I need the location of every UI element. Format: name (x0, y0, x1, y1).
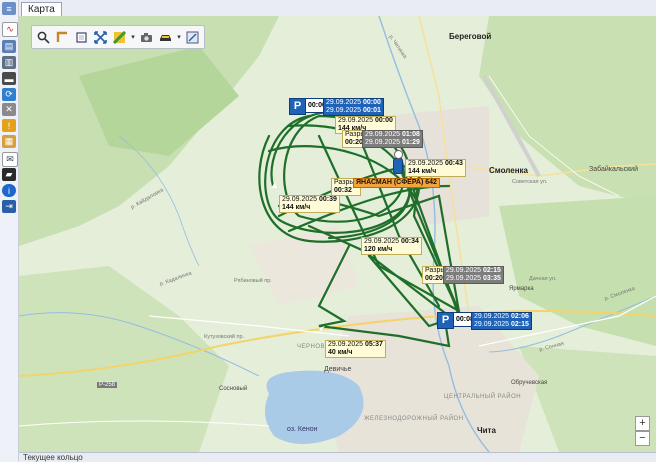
gap-interval: 29.09.2025 01:08 29.09.2025 01:29 (362, 130, 423, 148)
measure-icon[interactable] (184, 29, 201, 46)
parking-marker[interactable]: P (289, 98, 306, 115)
truck-icon[interactable]: ▰ (2, 168, 16, 181)
town-sosnovy: Сосновый (219, 386, 248, 392)
gap-interval: 29.09.2025 02:15 29.09.2025 03:35 (443, 266, 504, 284)
speed-label[interactable]: 29.09.2025 00:39 144 км/ч (279, 195, 340, 213)
alert-icon[interactable]: ! (2, 119, 16, 132)
zoom-out-button[interactable]: − (635, 431, 650, 446)
street-kutuzovsky: Кутузовский пр. (204, 334, 245, 340)
district-zheleznodorozhny: ЖЕЛЕЗНОДОРОЖНЫЙ РАЙОН (364, 416, 464, 422)
map-view[interactable]: Береговой Смоленка Забайкальский Чита Де… (19, 16, 656, 452)
corner-icon[interactable] (54, 29, 71, 46)
menu-icon[interactable]: ≡ (2, 2, 16, 15)
mail-icon[interactable]: ✉ (2, 152, 18, 167)
town-chita: Чита (477, 426, 496, 435)
left-toolbar: ≡ ∿ ▤ ▥ ▬ ⟳ ✕ ! ▦ ✉ ▰ i ⇥ (0, 0, 19, 461)
display-icon[interactable]: ▬ (2, 72, 16, 85)
exit-icon[interactable]: ⇥ (2, 200, 16, 213)
refresh-icon[interactable]: ⟳ (2, 88, 16, 101)
town-yarmarka: Ярмарка (509, 286, 534, 292)
parking-interval: 29.09.2025 02:06 29.09.2025 02:15 (471, 312, 532, 330)
parking-interval: 29.09.2025 00:00 29.09.2025 00:01 (323, 98, 384, 116)
zoom-in-button[interactable]: + (635, 416, 650, 431)
tab-bar: Карта (19, 0, 656, 17)
layers-icon[interactable] (111, 29, 128, 46)
tab-map[interactable]: Карта (21, 2, 62, 16)
town-beregovoy: Береговой (449, 32, 492, 41)
speed-label[interactable]: 29.09.2025 00:43 144 км/ч (405, 159, 466, 177)
district-central: ЦЕНТРАЛЬНЫЙ РАЙОН (444, 394, 522, 400)
street-dachnaya: Дачная ул. (529, 276, 557, 282)
chart-icon[interactable]: ∿ (2, 22, 18, 37)
road-r258: Р-258 (97, 382, 118, 388)
grid-icon[interactable]: ▦ (2, 135, 16, 148)
info-icon[interactable]: i (2, 184, 16, 197)
car-icon[interactable] (157, 29, 174, 46)
town-smolenka: Смоленка (489, 166, 528, 175)
forest-area (479, 16, 656, 206)
search-icon[interactable] (35, 29, 52, 46)
lake-kenon-label: оз. Кенон (287, 426, 318, 433)
fullscreen-icon[interactable] (92, 29, 109, 46)
camera-icon[interactable] (138, 29, 155, 46)
street-ryabinovy: Рябиновый пр. (234, 278, 272, 284)
street-sovetskaya: Советская ул. (512, 179, 548, 185)
town-devichye: Девичье (324, 366, 352, 373)
speed-label[interactable]: 29.09.2025 00:34 120 км/ч (361, 237, 422, 255)
vehicle-ring (394, 150, 403, 159)
chevron-down-icon[interactable]: ▾ (176, 29, 182, 46)
map-toolbar: ▾ ▾ (31, 25, 205, 49)
chevron-down-icon[interactable]: ▾ (130, 29, 136, 46)
vehicle-label[interactable]: ЯНАСМАН (СФЕРА) 642 (353, 178, 440, 188)
town-zabaikalsky: Забайкальский (589, 166, 638, 173)
vehicle-marker[interactable] (393, 158, 403, 174)
list-icon[interactable]: ▤ (2, 40, 16, 53)
report-icon[interactable]: ▥ (2, 56, 16, 69)
zoom-area-icon[interactable] (73, 29, 90, 46)
speed-label[interactable]: 29.09.2025 05:37 40 км/ч (325, 340, 386, 358)
parking-marker[interactable]: P (437, 312, 454, 329)
town-obruchevskaya: Обручевская (511, 380, 548, 386)
tools-icon[interactable]: ✕ (2, 103, 16, 116)
